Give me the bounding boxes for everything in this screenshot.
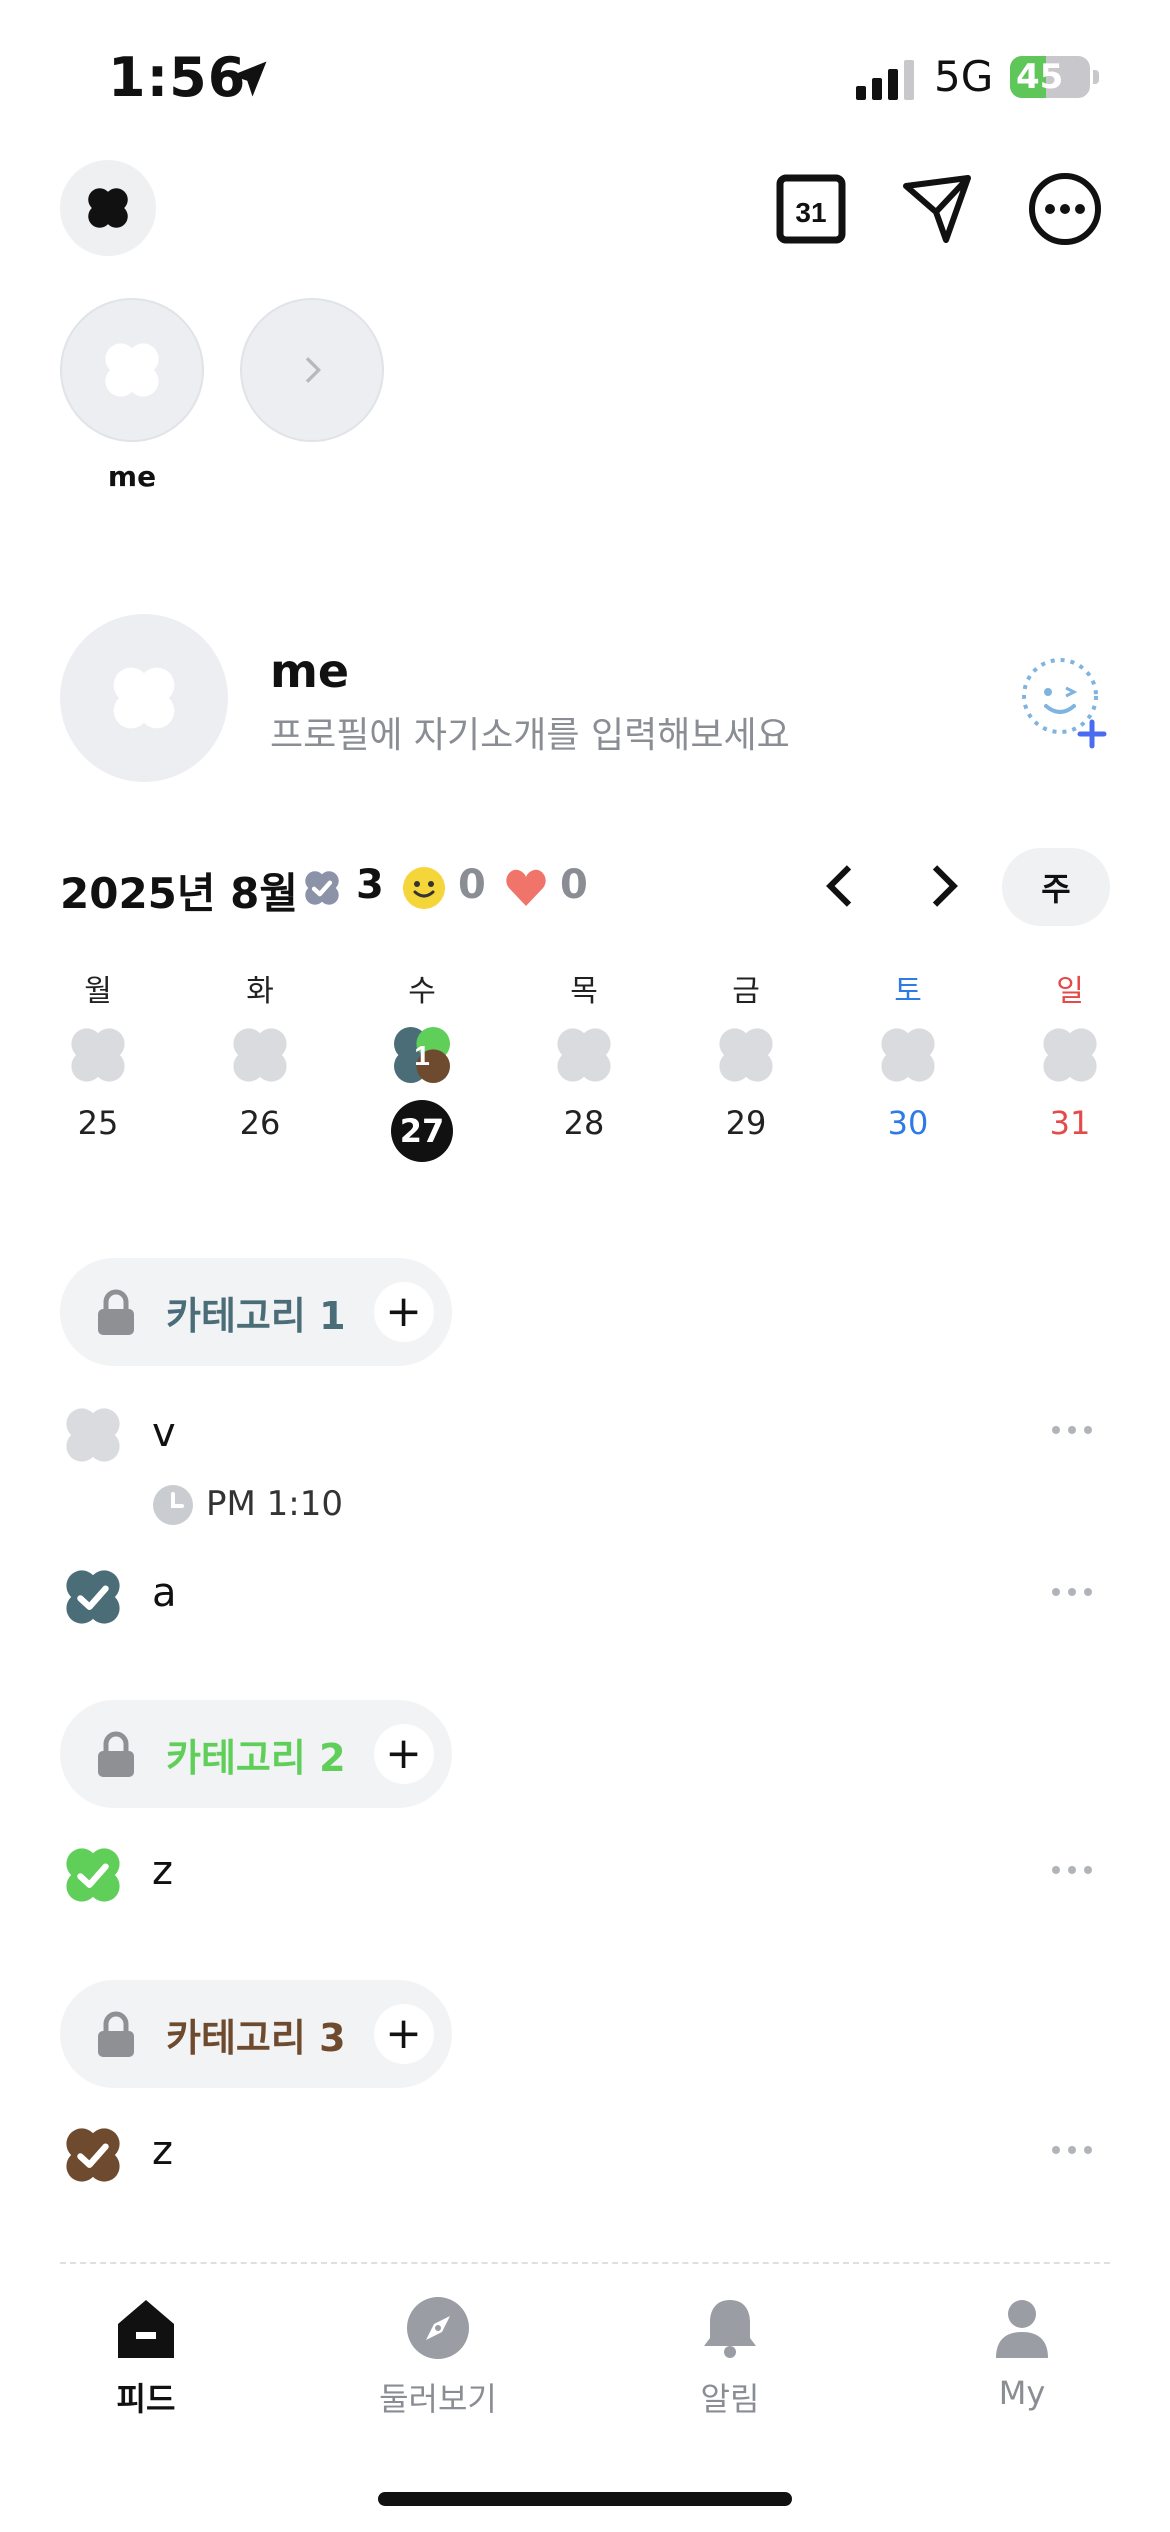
- todo-more-icon[interactable]: [1050, 1864, 1094, 1876]
- flower-logo-icon: [88, 188, 128, 228]
- battery-indicator: 45: [1010, 56, 1090, 98]
- week-view-toggle[interactable]: 주: [1002, 848, 1110, 926]
- category-2-label: 카테고리 2: [166, 1735, 346, 1780]
- day-date[interactable]: 30: [868, 1104, 948, 1142]
- check-flower-icon: [305, 871, 339, 905]
- emoji-add-icon: [1022, 658, 1107, 749]
- todo-time: PM 1:10: [206, 1484, 343, 1524]
- tab-feed[interactable]: 피드: [46, 2374, 246, 2420]
- today-date[interactable]: 27: [391, 1100, 453, 1162]
- lock-icon: [98, 1289, 134, 1335]
- todo-done-icon[interactable]: [58, 2120, 128, 2190]
- location-arrow-icon: [231, 61, 267, 97]
- more-options-button[interactable]: [1024, 168, 1106, 250]
- flower-placeholder-icon: [113, 667, 175, 729]
- day-empty-flower[interactable]: [549, 1020, 619, 1090]
- category-3-label: 카테고리 3: [166, 2015, 346, 2060]
- battery-level: 45: [1016, 57, 1064, 97]
- day-empty-flower[interactable]: [1035, 1020, 1105, 1090]
- add-todo-button[interactable]: +: [373, 1282, 434, 1342]
- paper-plane-icon: [903, 175, 971, 243]
- todo-text[interactable]: v: [152, 1410, 176, 1456]
- tab-my[interactable]: My: [922, 2374, 1122, 2412]
- heart-count: 0: [560, 862, 588, 908]
- day-empty-flower[interactable]: [873, 1020, 943, 1090]
- add-emoji-button[interactable]: [1018, 654, 1114, 750]
- day-progress-flower[interactable]: 1: [387, 1020, 457, 1090]
- story-next-button[interactable]: [240, 298, 384, 442]
- chevron-right-icon: [305, 357, 322, 383]
- app-logo-button[interactable]: [60, 160, 156, 256]
- calendar-icon-text: 31: [795, 197, 826, 228]
- compass-icon[interactable]: [406, 2296, 470, 2360]
- category-1-label: 카테고리 1: [166, 1293, 346, 1338]
- more-circle-icon: [1029, 173, 1101, 245]
- day-empty-flower[interactable]: [63, 1020, 133, 1090]
- add-todo-button[interactable]: +: [373, 2004, 434, 2064]
- todo-done-icon[interactable]: [58, 1840, 128, 1910]
- story-label: me: [107, 460, 157, 493]
- todo-more-icon[interactable]: [1050, 1424, 1094, 1436]
- tab-notifications[interactable]: 알림: [630, 2374, 830, 2420]
- weekday-label: 일: [1056, 974, 1084, 1009]
- tab-bar-divider: [60, 2262, 1110, 2264]
- todo-text[interactable]: z: [152, 2128, 173, 2174]
- network-type: 5G: [934, 52, 994, 101]
- todo-text[interactable]: z: [152, 1848, 173, 1894]
- tab-explore[interactable]: 둘러보기: [338, 2374, 538, 2420]
- person-icon[interactable]: [990, 2296, 1054, 2360]
- flower-placeholder-icon: [105, 343, 159, 397]
- story-me[interactable]: [60, 298, 204, 442]
- lock-icon: [98, 1731, 134, 1777]
- smile-count: 0: [458, 862, 486, 908]
- calendar-icon: 31: [776, 174, 846, 244]
- day-date[interactable]: 29: [706, 1104, 786, 1142]
- battery-nub: [1093, 70, 1099, 84]
- todo-more-icon[interactable]: [1050, 1586, 1094, 1598]
- profile-bio[interactable]: 프로필에 자기소개를 입력해보세요: [270, 706, 790, 758]
- day-empty-flower[interactable]: [711, 1020, 781, 1090]
- status-time: 1:56: [108, 46, 247, 109]
- next-week-button[interactable]: [914, 858, 970, 914]
- profile-avatar[interactable]: [60, 614, 228, 782]
- cellular-signal-icon: [856, 60, 914, 100]
- weekday-label: 토: [894, 974, 922, 1009]
- home-icon[interactable]: [114, 2296, 178, 2360]
- category-1-header[interactable]: 카테고리 1 +: [60, 1258, 452, 1366]
- day-empty-flower[interactable]: [225, 1020, 295, 1090]
- prev-week-button[interactable]: [814, 858, 870, 914]
- day-badge-count: 1: [414, 1040, 430, 1071]
- profile-name: me: [270, 644, 350, 698]
- add-todo-button[interactable]: +: [373, 1724, 434, 1784]
- calendar-button[interactable]: 31: [770, 168, 852, 250]
- check-count: 3: [356, 862, 384, 908]
- todo-more-icon[interactable]: [1050, 2144, 1094, 2156]
- category-2-header[interactable]: 카테고리 2 +: [60, 1700, 452, 1808]
- smile-icon: [403, 867, 445, 909]
- category-3-header[interactable]: 카테고리 3 +: [60, 1980, 452, 2088]
- send-button[interactable]: [896, 168, 978, 250]
- weekday-label: 금: [732, 974, 760, 1009]
- bell-icon[interactable]: [698, 2296, 762, 2360]
- day-date[interactable]: 26: [220, 1104, 300, 1142]
- todo-undone-icon[interactable]: [58, 1400, 128, 1470]
- day-date[interactable]: 28: [544, 1104, 624, 1142]
- heart-icon: [506, 869, 546, 906]
- day-date[interactable]: 25: [58, 1104, 138, 1142]
- home-indicator: [378, 2492, 792, 2506]
- weekday-label: 월: [84, 974, 112, 1009]
- weekday-label: 화: [246, 974, 274, 1009]
- weekday-label: 수: [408, 974, 436, 1009]
- todo-text[interactable]: a: [152, 1570, 177, 1616]
- weekday-label: 목: [570, 974, 598, 1009]
- day-date[interactable]: 31: [1030, 1104, 1110, 1142]
- lock-icon: [98, 2011, 134, 2057]
- todo-done-icon[interactable]: [58, 1562, 128, 1632]
- month-label[interactable]: 2025년 8월: [60, 860, 298, 921]
- clock-icon: [153, 1485, 193, 1525]
